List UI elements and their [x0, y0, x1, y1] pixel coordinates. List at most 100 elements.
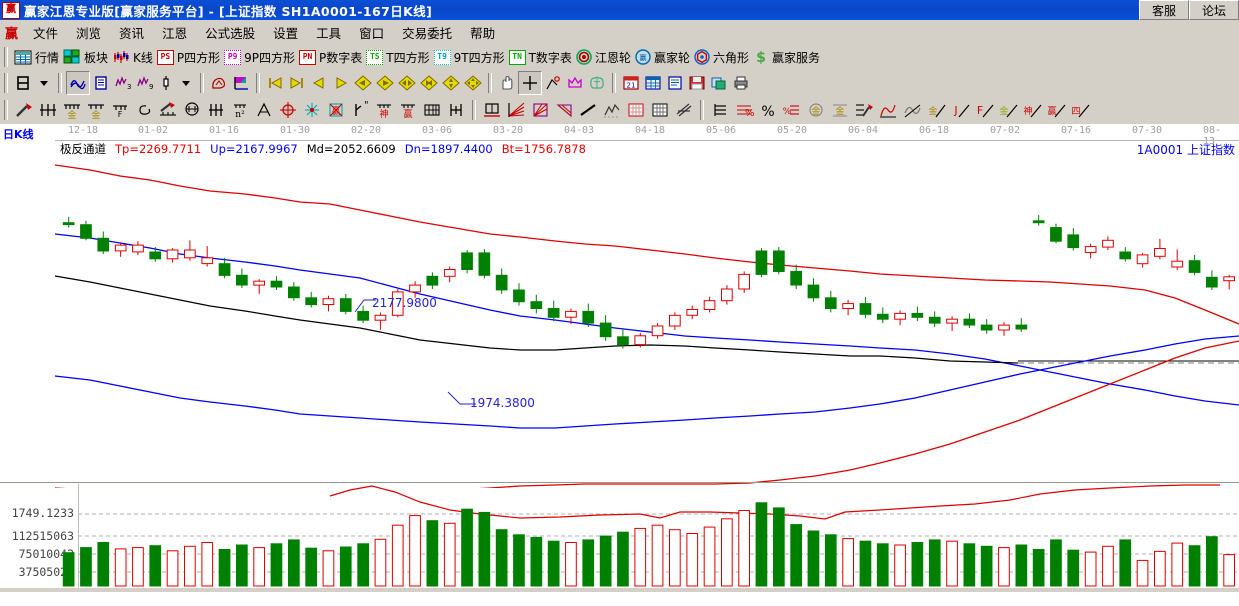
calendar-button[interactable]: 21 [620, 72, 642, 94]
candle-style-button[interactable] [156, 72, 176, 94]
t-square-button[interactable]: TS T四方形 [364, 46, 431, 68]
wave-line-button[interactable] [900, 99, 924, 121]
first-page-button[interactable] [264, 72, 286, 94]
prev-button[interactable] [308, 72, 330, 94]
customer-service-button[interactable]: 客服 [1139, 0, 1189, 20]
save-button[interactable] [686, 72, 708, 94]
table-button[interactable] [642, 72, 664, 94]
gold2-slope-button[interactable]: 金 [996, 99, 1020, 121]
nine-t-square-button[interactable]: T9 9T四方形 [432, 46, 507, 68]
gann-wheel-button[interactable]: 江恩轮 [574, 46, 633, 68]
fan-arrow-button[interactable] [552, 99, 576, 121]
chart-area[interactable]: 日K线 12-18 01-02 01-16 01-30 02-20 03-06 … [0, 124, 1239, 592]
p-square-button[interactable]: PS P四方形 [155, 46, 222, 68]
circle-scale-button[interactable] [180, 99, 204, 121]
crown-button[interactable] [564, 72, 586, 94]
percent-line-button[interactable]: % [780, 99, 804, 121]
box-line-button[interactable] [480, 99, 504, 121]
fib-tool-button[interactable] [542, 72, 564, 94]
hexagon-button[interactable]: 六角形 [692, 46, 751, 68]
ladder-button[interactable] [420, 99, 444, 121]
menu-item-help[interactable]: 帮助 [461, 21, 504, 44]
clipboard-button[interactable] [90, 72, 112, 94]
zigzag-button[interactable] [600, 99, 624, 121]
fan-box-button[interactable] [528, 99, 552, 121]
target-button[interactable] [276, 99, 300, 121]
winner-wheel-button[interactable]: 赢 赢家轮 [633, 46, 692, 68]
menu-item-tools[interactable]: 工具 [307, 21, 350, 44]
candle-dropdown-button[interactable] [176, 72, 196, 94]
report-button[interactable] [664, 72, 686, 94]
percent-fan-button[interactable]: % [732, 99, 756, 121]
ying-button[interactable]: 赢 [396, 99, 420, 121]
menu-item-formula-stock-pick[interactable]: 公式选股 [196, 21, 264, 44]
t-number-table-button[interactable]: TN T数字表 [507, 46, 574, 68]
spiral-button[interactable] [132, 99, 156, 121]
menu-item-file[interactable]: 文件 [24, 21, 67, 44]
star-button[interactable] [300, 99, 324, 121]
hand-tool-button[interactable] [496, 72, 518, 94]
zoom-center-button[interactable] [396, 72, 418, 94]
period-dropdown-button[interactable] [34, 72, 54, 94]
menu-item-trade[interactable]: 交易委托 [393, 21, 461, 44]
grid-lines-button[interactable] [36, 99, 60, 121]
arc-red-button[interactable] [876, 99, 900, 121]
gold-slope-button[interactable]: 金 [924, 99, 948, 121]
j-slope-button[interactable]: J [948, 99, 972, 121]
quotes-button[interactable]: 行情 [12, 46, 61, 68]
menu-item-window[interactable]: 窗口 [350, 21, 393, 44]
grid-dark-button[interactable] [648, 99, 672, 121]
next-button[interactable] [330, 72, 352, 94]
n2-button[interactable]: n² [228, 99, 252, 121]
shen-button[interactable]: 神 [372, 99, 396, 121]
shen-slope-button[interactable]: 神 [1020, 99, 1044, 121]
flag-chart-button[interactable] [230, 72, 252, 94]
grid-red-button[interactable] [624, 99, 648, 121]
menu-item-browse[interactable]: 浏览 [67, 21, 110, 44]
fan-red-button[interactable] [504, 99, 528, 121]
period-day-button[interactable] [12, 72, 34, 94]
parallel-button[interactable] [672, 99, 696, 121]
menu-item-settings[interactable]: 设置 [264, 21, 307, 44]
f-scale-button[interactable]: F [108, 99, 132, 121]
zoom-out-button[interactable] [418, 72, 440, 94]
volume-pane[interactable]: 1749.1233 112515063 75010042 37505021 [0, 484, 1239, 592]
wave3-button[interactable]: 3 [112, 72, 134, 94]
pen-scale-button[interactable] [156, 99, 180, 121]
hprime-button[interactable]: " [348, 99, 372, 121]
brain-button[interactable] [586, 72, 608, 94]
print-button[interactable] [730, 72, 752, 94]
box-star-button[interactable]: 赢 [324, 99, 348, 121]
nine-p-square-button[interactable]: P9 9P四方形 [222, 46, 297, 68]
ying-slope-button[interactable]: 赢 [1044, 99, 1068, 121]
trend-line-button[interactable] [576, 99, 600, 121]
fit-button[interactable] [462, 72, 484, 94]
pan-right-button[interactable] [374, 72, 396, 94]
gold-line-button[interactable]: 金 [828, 99, 852, 121]
forum-button[interactable]: 论坛 [1189, 0, 1239, 20]
ladder2-button[interactable] [708, 99, 732, 121]
pan-left-button[interactable] [352, 72, 374, 94]
menu-item-news[interactable]: 资讯 [110, 21, 153, 44]
zoom-all-button[interactable] [440, 72, 462, 94]
f-slope-button[interactable]: F [972, 99, 996, 121]
p-number-table-button[interactable]: PN P数字表 [297, 46, 364, 68]
winner-service-button[interactable]: $ 赢家服务 [751, 46, 822, 68]
scribble-button[interactable] [66, 71, 90, 95]
gold-circle-button[interactable]: 金 [804, 99, 828, 121]
hh-button[interactable] [444, 99, 468, 121]
copy-button[interactable] [708, 72, 730, 94]
crosshair-button[interactable] [518, 71, 542, 95]
pen-line-button[interactable] [852, 99, 876, 121]
menu-item-gann[interactable]: 江恩 [153, 21, 196, 44]
sector-button[interactable]: 板块 [61, 46, 110, 68]
kline-button[interactable]: K线 [110, 46, 155, 68]
grid2-button[interactable] [204, 99, 228, 121]
gold-scale-button[interactable]: 金 [60, 99, 84, 121]
si-slope-button[interactable]: 四 [1068, 99, 1092, 121]
last-page-button[interactable] [286, 72, 308, 94]
gold-scale2-button[interactable]: 金 [84, 99, 108, 121]
angle-button[interactable] [252, 99, 276, 121]
wave9-button[interactable]: 9 [134, 72, 156, 94]
percent-button[interactable]: % [756, 99, 780, 121]
